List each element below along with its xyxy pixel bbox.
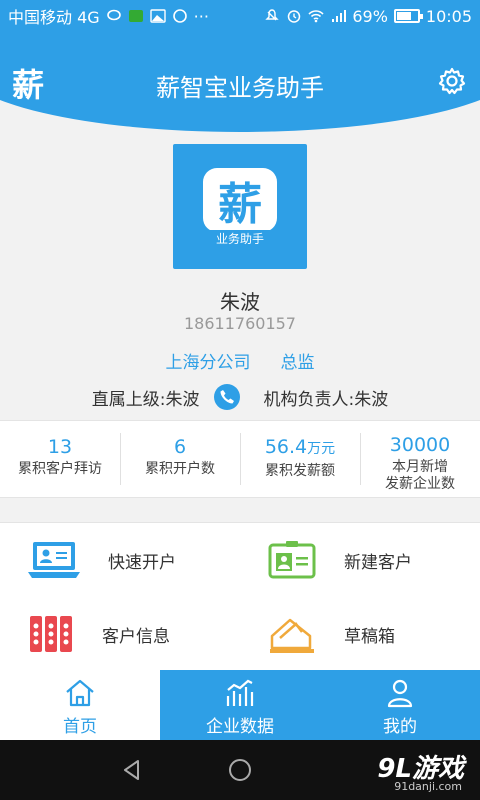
action-label: 客户信息 [102, 626, 170, 647]
tab-label: 首页 [63, 717, 97, 737]
org-head-label: 机构负责人:朱波 [263, 389, 389, 410]
new-customer-button[interactable]: 新建客户 [268, 523, 412, 597]
system-nav-bar: 9L游戏 91danji.com [0, 740, 480, 800]
message-icon [106, 9, 121, 21]
action-label: 草稿箱 [344, 626, 395, 647]
stat-label: 累积开户数 [145, 461, 215, 477]
phone-icon [220, 390, 234, 404]
bottom-tab-bar: 首页 企业数据 我的 [0, 670, 480, 740]
id-card-icon [268, 541, 316, 579]
tab-label: 我的 [383, 717, 417, 737]
bar-chart-icon [226, 679, 254, 706]
avatar-caption: 业务助手 [195, 230, 285, 247]
user-phone: 18611760157 [184, 314, 296, 333]
gear-icon [438, 67, 466, 95]
app-notification-icon [128, 10, 143, 22]
position-label: 总监 [280, 353, 315, 373]
stat-payroll-amount[interactable]: 56.4万元 累积发薪额 [240, 421, 360, 497]
profile-section: 薪 业务助手 朱波 18611760157 上海分公司 总监 直属上级:朱波 机… [0, 142, 480, 420]
page-title: 薪智宝业务助手 [156, 74, 324, 102]
app-header: 薪 薪智宝业务助手 [0, 32, 480, 142]
stat-value: 56.4万元 [264, 436, 336, 458]
computer-user-icon [28, 542, 80, 578]
branch-label: 上海分公司 [165, 353, 251, 373]
stat-label: 本月新增 [392, 459, 448, 475]
stats-bar: 13 累积客户拜访 6 累积开户数 56.4万元 累积发薪额 30000 本月新… [0, 420, 480, 498]
stat-value: 6 [173, 436, 187, 458]
home-icon [66, 679, 94, 707]
more-notifications-icon: ··· [193, 6, 209, 26]
action-label: 新建客户 [344, 552, 412, 573]
watermark-url: 91danji.com [394, 780, 462, 793]
avatar: 薪 业务助手 [173, 144, 307, 269]
alarm-icon [288, 10, 301, 23]
avatar-logo-tile: 薪 [203, 168, 277, 232]
status-bar: 中国移动 4G ··· 69% 10:05 [0, 0, 480, 32]
tab-mine[interactable]: 我的 [320, 670, 480, 740]
user-name: 朱波 [220, 290, 260, 314]
stat-label: 累积发薪额 [265, 463, 335, 479]
action-label: 快速开户 [108, 552, 176, 573]
image-notification-icon [149, 9, 166, 23]
stat-label-line2: 发薪企业数 [385, 476, 455, 492]
drafts-button[interactable]: 草稿箱 [268, 597, 395, 671]
mute-icon [265, 9, 280, 21]
browser-notification-icon [172, 9, 187, 23]
stat-value: 13 [47, 436, 73, 458]
back-icon[interactable] [120, 758, 144, 782]
wifi-icon [308, 10, 324, 23]
call-supervisor-button[interactable] [213, 384, 240, 410]
person-icon [387, 679, 413, 708]
tab-home[interactable]: 首页 [0, 670, 160, 740]
battery-icon [393, 9, 423, 23]
org-row: 上海分公司 总监 [0, 348, 480, 373]
stat-accounts-opened[interactable]: 6 累积开户数 [120, 421, 240, 497]
battery-percent: 69% [352, 6, 388, 26]
manager-row: 直属上级:朱波 机构负责人:朱波 [0, 384, 480, 410]
stat-unit: 万元 [307, 441, 336, 457]
signal-icon [332, 10, 347, 22]
tab-company-data[interactable]: 企业数据 [160, 670, 320, 740]
avatar-logo-glyph: 薪 [218, 179, 262, 230]
supervisor-label: 直属上级:朱波 [91, 389, 200, 410]
clock: 10:05 [425, 6, 472, 26]
settings-button[interactable] [438, 67, 466, 95]
customer-info-button[interactable]: 客户信息 [28, 597, 170, 671]
quick-actions: 快速开户 新建客户 客户信息 草稿箱 [0, 522, 480, 670]
envelope-icon [270, 618, 314, 653]
tab-label: 企业数据 [206, 717, 274, 737]
binders-icon [30, 616, 72, 652]
stat-new-companies[interactable]: 30000 本月新增 发薪企业数 [360, 421, 480, 497]
quick-open-account-button[interactable]: 快速开户 [28, 523, 176, 597]
stat-customer-visits[interactable]: 13 累积客户拜访 [0, 421, 120, 497]
stat-value: 30000 [389, 434, 451, 456]
carrier-label: 中国移动 4G [8, 8, 100, 27]
home-circle-icon[interactable] [227, 757, 253, 783]
stat-label: 累积客户拜访 [18, 461, 102, 477]
